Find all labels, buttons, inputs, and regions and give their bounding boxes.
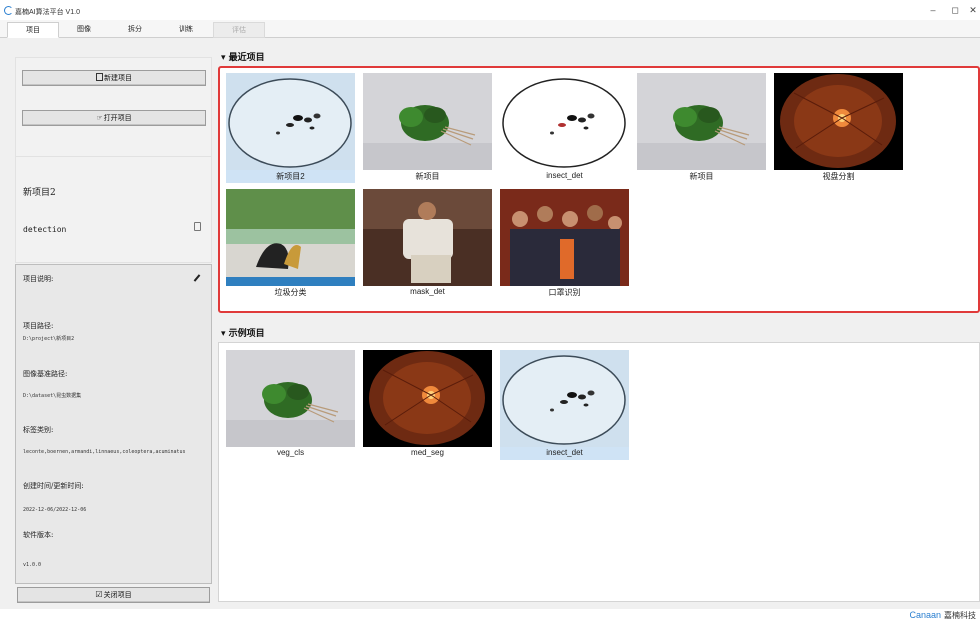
- open-project-button[interactable]: ☞打开项目: [22, 110, 206, 126]
- close-project-button[interactable]: ☑关闭项目: [17, 587, 210, 603]
- current-project-panel: 新项目2 detection: [15, 156, 212, 263]
- trash-thumb: [226, 189, 355, 286]
- edit-pencil-icon[interactable]: [193, 274, 201, 282]
- brand-logo: Canaan 嘉楠科技: [909, 610, 976, 620]
- project-card[interactable]: 新项目: [363, 73, 492, 183]
- close-project-icon: ☑: [95, 590, 103, 599]
- maximize-icon[interactable]: ◻: [948, 5, 962, 16]
- project-card-label: 口罩识别: [548, 288, 581, 297]
- project-card-label: insect_det: [546, 171, 583, 180]
- project-card-label: 垃圾分类: [274, 288, 307, 297]
- version-value: v1.0.0: [23, 562, 42, 568]
- project-card[interactable]: 视盘分割: [774, 73, 903, 183]
- project-card-label: 新项目: [689, 172, 714, 181]
- title-bar: 嘉楠AI算法平台 V1.0 – ◻ ✕: [0, 0, 980, 20]
- labels-value: leconte,boernen,armandi,linnaeus,coleopt…: [23, 449, 186, 455]
- app-logo-icon: [4, 6, 13, 15]
- retina-thumb: [774, 73, 903, 170]
- tab-split[interactable]: 拆分: [109, 22, 161, 38]
- tab-project[interactable]: 项目: [7, 22, 59, 38]
- crowd-thumb: [500, 189, 629, 286]
- close-icon[interactable]: ✕: [966, 5, 980, 16]
- project-card-label: veg_cls: [276, 448, 305, 457]
- recent-section-header[interactable]: ▾ 最近项目: [221, 50, 265, 63]
- vegetable-thumb: [363, 73, 492, 170]
- recent-projects-panel: 新项目2 新项目 insect_det 新项目 视盘分割 垃圾分类 mask_d…: [218, 66, 980, 313]
- project-browser: ▾ 最近项目 新项目2 新项目 insect_det 新项目 视盘分割 垃圾分类…: [218, 44, 980, 604]
- tab-evaluate[interactable]: 评估: [213, 22, 265, 38]
- project-card[interactable]: med_seg: [363, 350, 492, 460]
- insect-thumb-white: [500, 73, 629, 170]
- collapse-arrow-icon: ▾: [221, 329, 226, 339]
- retina-thumb: [363, 350, 492, 447]
- project-type: detection: [23, 225, 67, 234]
- tab-bar: 项目 图像 拆分 训练 评估: [0, 20, 980, 38]
- pointer-icon: ☞: [96, 114, 103, 122]
- sidebar: 新建项目 ☞打开项目 新项目2 detection 项目说明: 项目路径: D:…: [15, 44, 212, 606]
- new-project-button[interactable]: 新建项目: [22, 70, 206, 86]
- tab-image[interactable]: 图像: [58, 22, 110, 38]
- project-info-panel: 项目说明: 项目路径: D:\project\新项目2 图像基准路径: D:\d…: [15, 264, 212, 584]
- collapse-arrow-icon: ▾: [221, 53, 226, 63]
- labels-label: 标签类别:: [23, 426, 54, 434]
- file-icon[interactable]: [194, 222, 201, 231]
- project-card-label: 新项目: [415, 172, 440, 181]
- time-label: 创建时间/更新时间:: [23, 482, 84, 490]
- desc-label: 项目说明:: [23, 275, 54, 283]
- example-projects-panel: veg_cls med_seg insect_det: [218, 342, 980, 602]
- app-title: 嘉楠AI算法平台 V1.0: [15, 9, 80, 16]
- insect-thumb: [226, 73, 355, 170]
- project-name: 新项目2: [23, 188, 56, 198]
- project-card[interactable]: mask_det: [363, 189, 492, 299]
- version-label: 软件版本:: [23, 531, 54, 539]
- examples-section-header[interactable]: ▾ 示例项目: [221, 326, 265, 339]
- vegetable-thumb: [226, 350, 355, 447]
- path-value: D:\project\新项目2: [23, 336, 75, 342]
- minimize-icon[interactable]: –: [926, 5, 940, 15]
- project-card-label: med_seg: [411, 448, 444, 457]
- project-card[interactable]: insect_det: [500, 73, 629, 183]
- project-card[interactable]: 垃圾分类: [226, 189, 355, 299]
- vegetable-thumb: [637, 73, 766, 170]
- project-card[interactable]: insect_det: [500, 350, 629, 460]
- tab-train[interactable]: 训练: [160, 22, 212, 38]
- insect-thumb: [500, 350, 629, 447]
- time-value: 2022-12-06/2022-12-06: [23, 507, 87, 513]
- project-card-label: insect_det: [546, 448, 583, 457]
- person-sofa-thumb: [363, 189, 492, 286]
- project-card[interactable]: 口罩识别: [500, 189, 629, 299]
- new-file-icon: [96, 73, 103, 81]
- project-card[interactable]: veg_cls: [226, 350, 355, 460]
- project-card-label: 新项目2: [276, 172, 305, 181]
- project-card[interactable]: 新项目2: [226, 73, 355, 183]
- image-root-value: D:\dataset\昆虫数据集: [23, 393, 82, 399]
- path-label: 项目路径:: [23, 322, 54, 330]
- project-card-label: mask_det: [410, 287, 445, 296]
- image-root-label: 图像基准路径:: [23, 370, 68, 378]
- status-bar: Canaan 嘉楠科技: [0, 609, 980, 623]
- project-card-label: 视盘分割: [822, 172, 855, 181]
- project-card[interactable]: 新项目: [637, 73, 766, 183]
